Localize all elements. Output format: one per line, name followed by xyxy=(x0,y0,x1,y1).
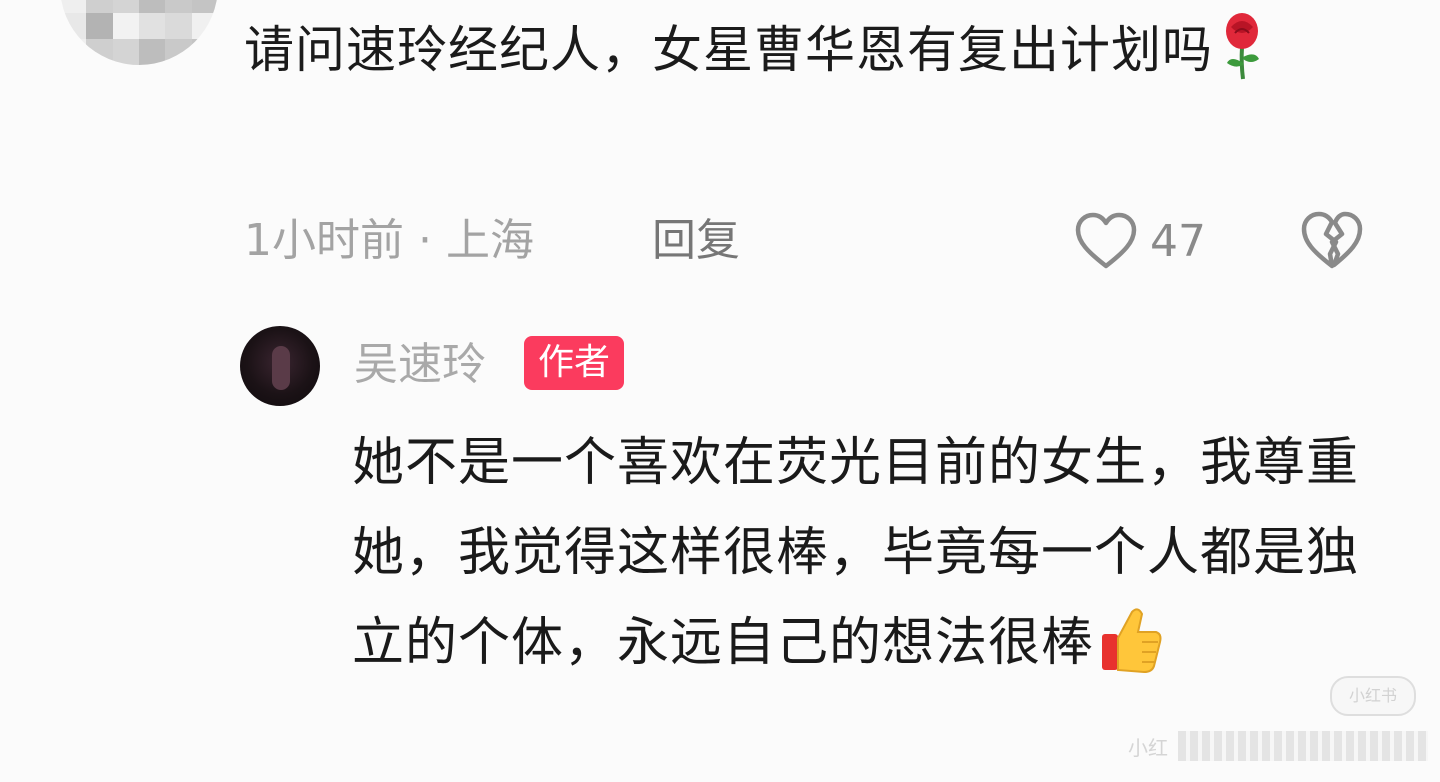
heart-icon xyxy=(1075,212,1137,269)
avatar-mosaic-cell xyxy=(86,12,113,39)
like-button[interactable]: 47 xyxy=(1074,208,1206,274)
avatar-mosaic-cell xyxy=(191,12,218,39)
reply-body: 她不是一个喜欢在荧光目前的女生，我尊重她，我觉得这样很棒，毕竟每一个人都是独立的… xyxy=(352,418,1392,688)
broken-heart-icon[interactable] xyxy=(1300,210,1364,270)
avatar-mosaic-cell xyxy=(139,38,166,65)
author-name[interactable]: 吴速玲 xyxy=(354,332,486,398)
avatar-mosaic-cell xyxy=(86,0,113,13)
avatar-mosaic-cell xyxy=(112,12,139,39)
avatar-mosaic-cell xyxy=(139,12,166,39)
comment-body: 请问速玲经纪人，女星曹华恩有复出计划吗 xyxy=(244,4,1344,96)
avatar-figure xyxy=(272,346,290,390)
watermark-text: 小红 xyxy=(1128,735,1168,760)
author-badge: 作者 xyxy=(524,336,625,390)
comment-time: 1小时前 xyxy=(244,215,404,266)
avatar-mosaic-cell xyxy=(191,0,218,13)
comment-meta: 1小时前 · 上海 xyxy=(244,208,534,274)
watermark-blur xyxy=(1178,731,1428,761)
watermark-badge: 小红书 xyxy=(1330,676,1416,716)
meta-separator: · xyxy=(418,215,432,266)
comment-location: 上海 xyxy=(446,215,534,266)
avatar-mosaic-cell xyxy=(191,38,218,65)
thumbs-up-icon xyxy=(1102,608,1162,674)
avatar-mosaic-cell xyxy=(165,38,192,65)
watermark-bar: 小红 xyxy=(1128,726,1428,766)
avatar-mosaic-cell xyxy=(112,38,139,65)
rose-icon xyxy=(1226,13,1259,80)
avatar-mosaic-cell xyxy=(60,0,87,13)
avatar-mosaic-cell xyxy=(86,38,113,65)
avatar-mosaic-cell xyxy=(139,0,166,13)
commenter-avatar[interactable] xyxy=(60,0,218,65)
avatar-mosaic-cell xyxy=(60,38,87,65)
comment-text: 请问速玲经纪人，女星曹华恩有复出计划吗 xyxy=(244,21,1213,79)
avatar-mosaic-cell xyxy=(165,12,192,39)
author-avatar[interactable] xyxy=(240,326,320,406)
like-count: 47 xyxy=(1150,215,1206,267)
avatar-mosaic-cell xyxy=(60,12,87,39)
avatar-mosaic-cell xyxy=(165,0,192,13)
reply-button[interactable]: 回复 xyxy=(652,208,740,274)
avatar-mosaic-cell xyxy=(112,0,139,13)
reply-text: 她不是一个喜欢在荧光目前的女生，我尊重她，我觉得这样很棒，毕竟每一个人都是独立的… xyxy=(352,433,1360,673)
